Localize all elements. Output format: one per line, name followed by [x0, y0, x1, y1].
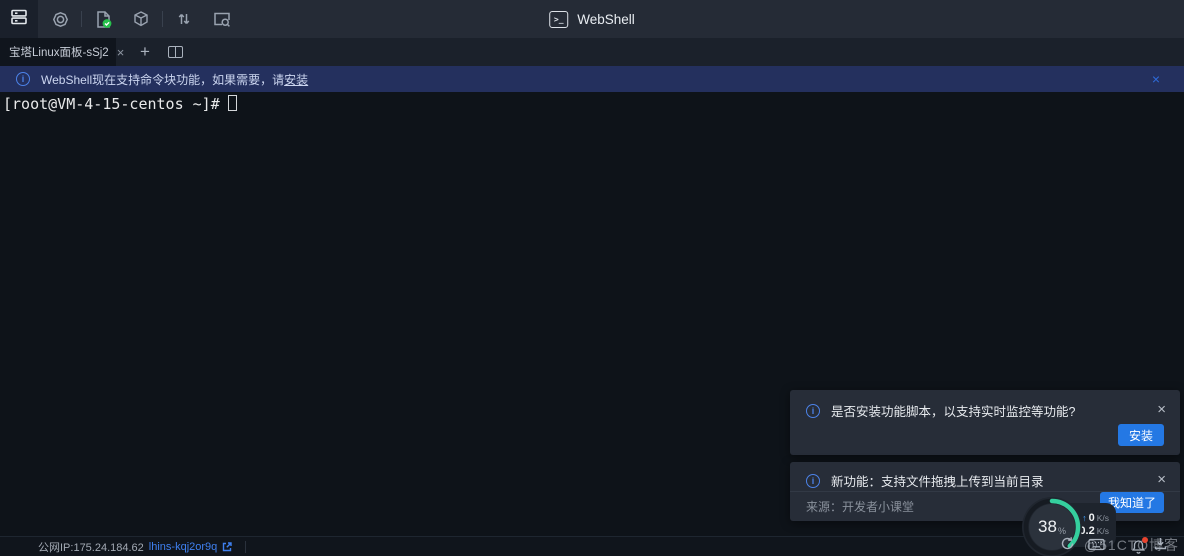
- split-columns-icon: [168, 46, 183, 58]
- info-icon: i: [806, 404, 820, 418]
- topbar-divider: [162, 11, 163, 27]
- toast-header: i 是否安装功能脚本，以支持实时监控等功能? ×: [790, 390, 1180, 420]
- topbar: >_ WebShell: [0, 0, 1184, 38]
- tab-close-icon[interactable]: ×: [117, 46, 125, 59]
- topbar-divider: [81, 11, 82, 27]
- tab-baota-panel[interactable]: 宝塔Linux面板-sSj2 ×: [0, 38, 116, 66]
- settings-button[interactable]: [41, 0, 79, 38]
- sort-arrows-icon: [176, 11, 192, 27]
- toast-new-feature: i 新功能：支持文件拖拽上传到当前目录 × 来源：开发者小课堂 我知道了: [790, 462, 1180, 521]
- install-button[interactable]: 安装: [1118, 424, 1164, 446]
- app-title: WebShell: [577, 12, 635, 27]
- app-title-group: >_ WebShell: [549, 0, 635, 38]
- banner-install-link[interactable]: 安装: [284, 73, 308, 87]
- download-manager-button[interactable]: [1153, 536, 1168, 554]
- sort-sessions-button[interactable]: [165, 0, 203, 38]
- server-list-button[interactable]: [0, 0, 38, 38]
- gauge-unit: %: [1058, 526, 1066, 536]
- banner-close-icon[interactable]: ×: [1152, 66, 1160, 92]
- terminal-cursor: [228, 95, 237, 111]
- instance-link[interactable]: lhins-kqj2or9q: [149, 541, 217, 553]
- plugin-button[interactable]: [122, 0, 160, 38]
- notifications-button[interactable]: [1131, 539, 1146, 554]
- bell-icon: [1131, 539, 1146, 554]
- external-link-icon[interactable]: [221, 541, 233, 553]
- new-tab-button[interactable]: +: [130, 38, 160, 66]
- close-icon[interactable]: ×: [1157, 472, 1166, 487]
- plus-icon: +: [140, 42, 150, 62]
- webshell-terminal-icon: >_: [549, 11, 568, 28]
- package-box-icon: [132, 10, 150, 28]
- public-ip-label: 公网IP:175.24.184.62: [38, 539, 144, 555]
- status-bar: 公网IP:175.24.184.62 lhins-kqj2or9q: [0, 536, 1184, 556]
- tab-label: 宝塔Linux面板-sSj2: [9, 44, 109, 60]
- split-view-button[interactable]: [160, 38, 190, 66]
- notification-badge: [1142, 537, 1148, 543]
- tab-bar: 宝塔Linux面板-sSj2 × +: [0, 38, 1184, 66]
- upload-unit: K/s: [1097, 514, 1109, 523]
- terminal-prompt: [root@VM-4-15-centos ~]#: [3, 95, 220, 113]
- find-window-button[interactable]: [203, 0, 241, 38]
- toast-install-script: i 是否安装功能脚本，以支持实时监控等功能? × 安装: [790, 390, 1180, 455]
- keyboard-icon: [1088, 538, 1105, 554]
- command-file-button[interactable]: [84, 0, 122, 38]
- toast-message: 新功能：支持文件拖拽上传到当前目录: [831, 471, 1146, 490]
- info-icon: i: [16, 72, 30, 86]
- reconnect-button[interactable]: [1060, 536, 1075, 554]
- toast-header: i 新功能：支持文件拖拽上传到当前目录 ×: [790, 462, 1180, 490]
- download-icon: [1153, 536, 1168, 554]
- server-list-icon: [10, 8, 28, 31]
- window-search-icon: [213, 10, 231, 28]
- virtual-keyboard-button[interactable]: [1088, 538, 1105, 554]
- file-check-icon: [94, 10, 113, 29]
- settings-gear-icon: [52, 11, 69, 28]
- upload-value: 0: [1089, 513, 1095, 524]
- gauge-value: 38: [1038, 517, 1057, 537]
- toast-source: 来源：开发者小课堂: [806, 498, 914, 515]
- refresh-icon: [1060, 536, 1075, 554]
- close-icon[interactable]: ×: [1157, 402, 1166, 417]
- command-block-banner: i WebShell现在支持命令块功能，如果需要，请安装 ×: [0, 66, 1184, 92]
- info-icon: i: [806, 474, 820, 488]
- banner-text: WebShell现在支持命令块功能，如果需要，请安装: [41, 71, 308, 88]
- toast-message: 是否安装功能脚本，以支持实时监控等功能?: [831, 401, 1146, 420]
- statusbar-divider: [245, 541, 246, 553]
